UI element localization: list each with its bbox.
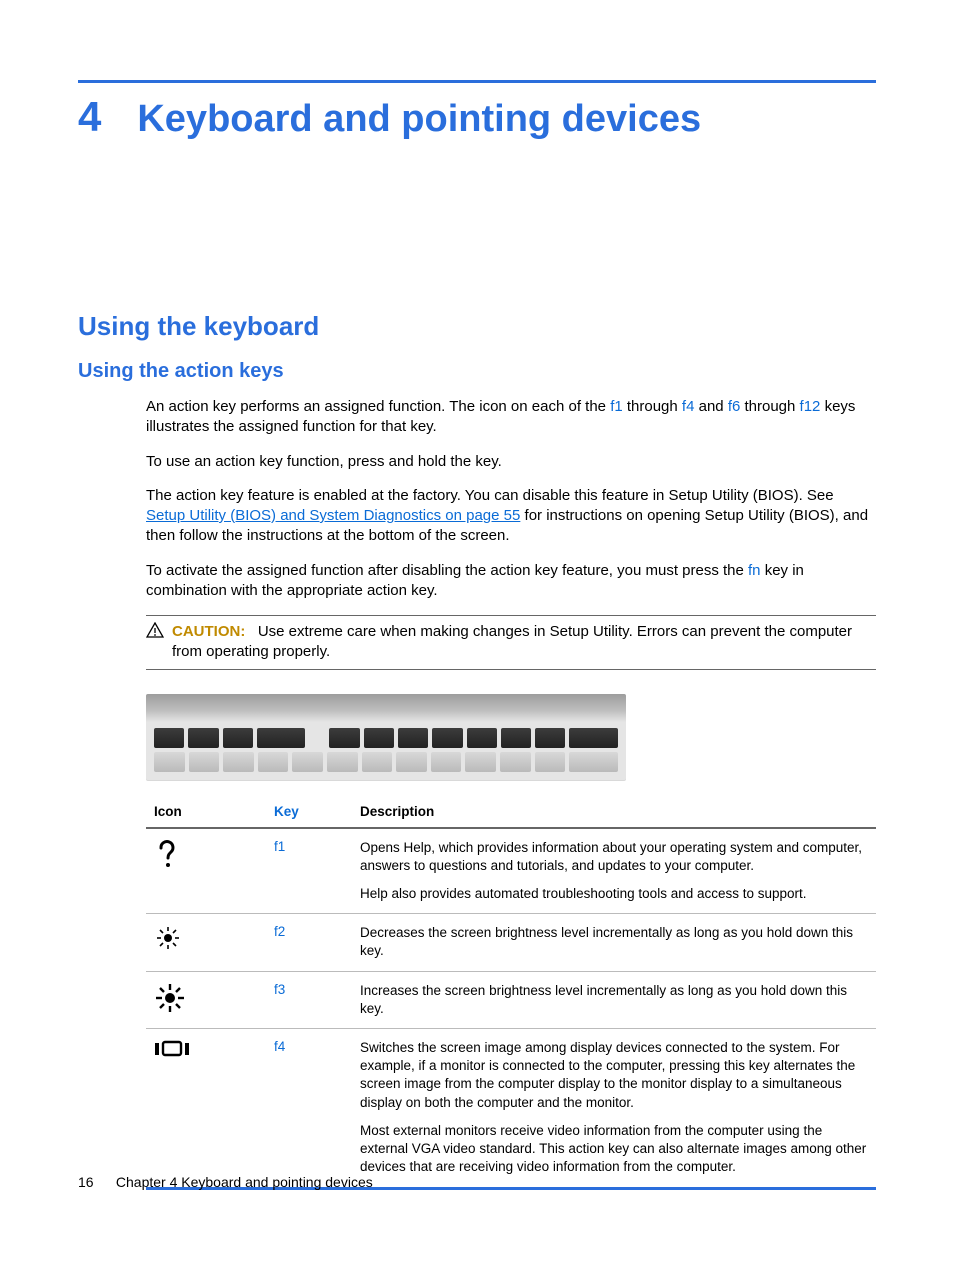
help-icon [146,828,266,914]
paragraph: To activate the assigned function after … [146,561,876,602]
desc-text: Opens Help, which provides information a… [360,839,868,875]
table-row: f1 Opens Help, which provides informatio… [146,828,876,914]
chapter-number: 4 [78,93,101,141]
chapter-heading: 4 Keyboard and pointing devices [78,93,876,141]
chapter-title: Keyboard and pointing devices [137,98,701,141]
keyboard-illustration [146,694,626,780]
caution-label: CAUTION: [172,623,245,640]
key-label: f1 [266,828,352,914]
table-row: f4 Switches the screen image among displ… [146,1029,876,1189]
section-heading: Using the keyboard [78,311,876,342]
caution-icon [146,622,164,663]
desc-cell: Increases the screen brightness level in… [352,971,876,1028]
chapter-rule [78,80,876,83]
key-label: f3 [266,971,352,1028]
desc-cell: Opens Help, which provides information a… [352,828,876,914]
th-desc: Description [352,796,876,828]
desc-text: Switches the screen image among display … [360,1039,868,1112]
paragraph: To use an action key function, press and… [146,452,876,472]
switch-display-icon [146,1029,266,1189]
desc-text: Decreases the screen brightness level in… [360,924,868,960]
th-key: Key [266,796,352,828]
desc-text: Help also provides automated troubleshoo… [360,885,868,903]
text: through [623,398,682,415]
paragraph: An action key performs an assigned funct… [146,397,876,438]
page-footer: 16 Chapter 4 Keyboard and pointing devic… [78,1174,373,1190]
key-f1-inline: f1 [610,398,623,415]
brightness-down-icon [146,914,266,971]
page-number: 16 [78,1174,112,1190]
subsection-heading: Using the action keys [78,360,876,383]
key-f12-inline: f12 [800,398,821,415]
key-f6-inline: f6 [728,398,741,415]
text: and [694,398,727,415]
table-row: f3 Increases the screen brightness level… [146,971,876,1028]
desc-text: Most external monitors receive video inf… [360,1122,868,1177]
footer-chapter-label: Chapter 4 Keyboard and pointing devices [116,1174,373,1190]
key-label: f2 [266,914,352,971]
brightness-up-icon [146,971,266,1028]
key-label: f4 [266,1029,352,1189]
text: through [740,398,799,415]
th-icon: Icon [146,796,266,828]
link-setup-utility[interactable]: Setup Utility (BIOS) and System Diagnost… [146,507,520,524]
text: The action key feature is enabled at the… [146,487,834,504]
text: To activate the assigned function after … [146,562,748,579]
table-row: f2 Decreases the screen brightness level… [146,914,876,971]
desc-cell: Decreases the screen brightness level in… [352,914,876,971]
page: 4 Keyboard and pointing devices Using th… [0,0,954,1230]
text: An action key performs an assigned funct… [146,398,610,415]
key-fn-inline: fn [748,562,761,579]
caution-text: Use extreme care when making changes in … [172,623,852,660]
action-keys-table: Icon Key Description f1 Opens Help, whic… [146,796,876,1190]
desc-text: Increases the screen brightness level in… [360,982,868,1018]
key-f4-inline: f4 [682,398,695,415]
paragraph: The action key feature is enabled at the… [146,486,876,547]
caution-block: CAUTION: Use extreme care when making ch… [146,615,876,670]
desc-cell: Switches the screen image among display … [352,1029,876,1189]
